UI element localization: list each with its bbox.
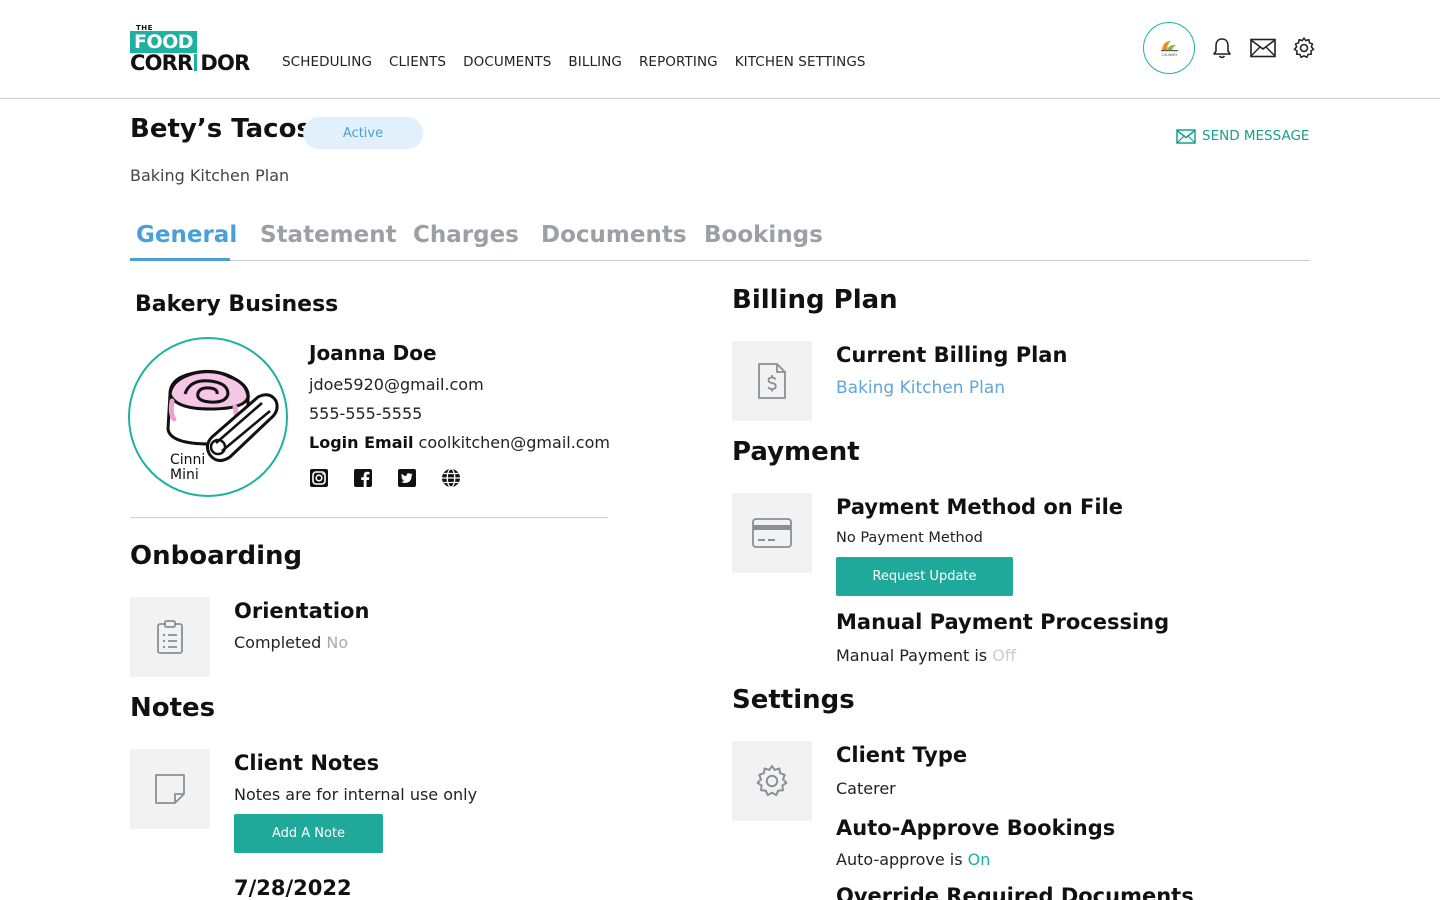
svg-text:Mini: Mini — [170, 467, 199, 483]
twitter-icon[interactable] — [397, 468, 417, 488]
payment-method-value: No Payment Method — [836, 530, 983, 546]
client-plan-subtitle: Baking Kitchen Plan — [130, 166, 290, 185]
business-logo: Cinni Mini — [128, 337, 288, 497]
client-name-title: Bety’s Tacos — [130, 114, 312, 144]
contact-email[interactable]: jdoe5920@gmail.com — [309, 375, 484, 394]
completed-label: Completed — [234, 633, 322, 652]
payment-method-tile — [732, 493, 812, 573]
notes-heading: Notes — [130, 693, 216, 723]
payment-method-title: Payment Method on File — [836, 495, 1124, 519]
food-corridor-logo[interactable]: THE FOOD CORR DOR — [130, 24, 258, 76]
login-email-row: Login Email coolkitchen@gmail.com — [309, 433, 610, 452]
orientation-tile — [130, 597, 210, 677]
note-date: 7/28/2022 — [234, 876, 352, 900]
manual-payment-status: Manual Payment is Off — [836, 646, 1016, 665]
social-links — [309, 468, 485, 488]
login-email-value: coolkitchen@gmail.com — [418, 433, 610, 452]
client-type-value: Caterer — [836, 779, 896, 798]
business-heading: Bakery Business — [135, 292, 339, 317]
completed-value: No — [326, 633, 349, 652]
client-notes-title: Client Notes — [234, 751, 380, 775]
svg-text:CULINARY: CULINARY — [1162, 53, 1178, 57]
mail-icon[interactable] — [1249, 34, 1277, 62]
nav-reporting[interactable]: REPORTING — [639, 54, 718, 70]
invoice-dollar-icon — [758, 363, 786, 399]
billing-plan-link[interactable]: Baking Kitchen Plan — [836, 378, 1005, 398]
tab-documents[interactable]: Documents — [541, 222, 687, 248]
active-tab-indicator — [130, 258, 230, 261]
logo-corridor-text: CORR DOR — [130, 51, 250, 75]
globe-icon[interactable] — [441, 468, 461, 488]
mail-icon — [1176, 128, 1196, 144]
nav-documents[interactable]: DOCUMENTS — [463, 54, 551, 70]
contact-phone[interactable]: 555-555-5555 — [309, 404, 422, 423]
business-divider — [130, 517, 608, 518]
client-tabs: General Statement Charges Documents Book… — [130, 222, 1310, 261]
override-documents-title: Override Required Documents — [836, 884, 1194, 900]
org-avatar[interactable]: CULINARY — [1143, 22, 1195, 74]
manual-payment-label: Manual Payment is — [836, 646, 988, 665]
logo-food-text: FOOD — [130, 31, 198, 53]
nav-clients[interactable]: CLIENTS — [389, 54, 446, 70]
notes-description: Notes are for internal use only — [234, 785, 478, 804]
client-notes-tile — [130, 749, 210, 829]
onboarding-heading: Onboarding — [130, 541, 303, 571]
tab-bookings[interactable]: Bookings — [704, 222, 823, 248]
svg-text:Cinni: Cinni — [170, 452, 205, 468]
manual-payment-title: Manual Payment Processing — [836, 610, 1170, 634]
top-navbar: THE FOOD CORR DOR SCHEDULING CLIENTS DOCU… — [0, 0, 1440, 99]
header-actions: CULINARY — [1143, 22, 1318, 74]
instagram-icon[interactable] — [309, 468, 329, 488]
facebook-icon[interactable] — [353, 468, 373, 488]
add-note-button[interactable]: Add A Note — [234, 814, 383, 853]
send-message-label: SEND MESSAGE — [1202, 128, 1310, 144]
status-badge: Active — [303, 117, 423, 149]
credit-card-icon — [752, 518, 792, 548]
auto-approve-status: Auto-approve is On — [836, 850, 990, 869]
billing-plan-heading: Billing Plan — [732, 285, 898, 315]
manual-payment-value[interactable]: Off — [992, 646, 1016, 665]
auto-approve-value[interactable]: On — [968, 850, 991, 869]
login-email-label: Login Email — [309, 433, 414, 452]
auto-approve-title: Auto-Approve Bookings — [836, 816, 1116, 840]
auto-approve-label: Auto-approve is — [836, 850, 963, 869]
settings-tile — [732, 741, 812, 821]
settings-heading: Settings — [732, 685, 855, 715]
orientation-title: Orientation — [234, 599, 370, 623]
tab-general[interactable]: General — [136, 222, 237, 248]
tab-statement[interactable]: Statement — [260, 222, 397, 248]
current-billing-plan-title: Current Billing Plan — [836, 343, 1068, 367]
send-message-button[interactable]: SEND MESSAGE — [1176, 128, 1309, 144]
contact-name: Joanna Doe — [309, 341, 437, 365]
cinnamon-roll-logo-icon: Cinni Mini — [166, 369, 279, 483]
client-type-title: Client Type — [836, 743, 968, 767]
culinary-logo-icon: CULINARY — [1161, 41, 1178, 57]
sticky-note-icon — [155, 774, 185, 804]
request-update-button[interactable]: Request Update — [836, 557, 1013, 596]
payment-heading: Payment — [732, 437, 860, 467]
clipboard-list-icon — [157, 620, 183, 654]
gear-icon — [756, 765, 788, 797]
nav-kitchen-settings[interactable]: KITCHEN SETTINGS — [735, 54, 866, 70]
tab-charges[interactable]: Charges — [413, 222, 519, 248]
bell-icon[interactable] — [1208, 34, 1236, 62]
nav-scheduling[interactable]: SCHEDULING — [282, 54, 372, 70]
main-nav: SCHEDULING CLIENTS DOCUMENTS BILLING REP… — [282, 54, 883, 70]
orientation-status: Completed No — [234, 633, 348, 652]
billing-plan-tile — [732, 341, 812, 421]
nav-billing[interactable]: BILLING — [568, 54, 622, 70]
gear-icon[interactable] — [1290, 34, 1318, 62]
